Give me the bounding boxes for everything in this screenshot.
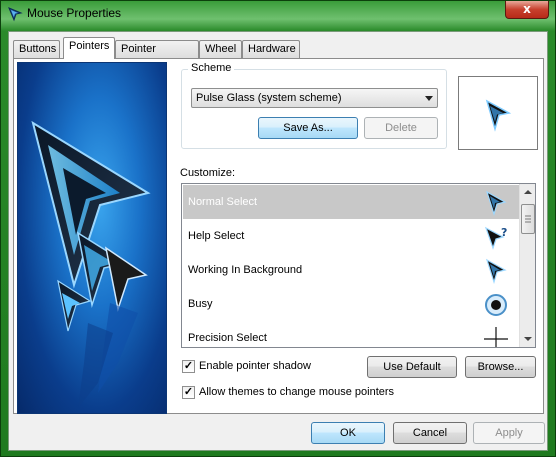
pulse-glass-cursor-art: [31, 120, 151, 408]
pointers-panel: Scheme Pulse Glass (system scheme) Save …: [13, 58, 544, 414]
title-bar[interactable]: Mouse Properties x: [1, 1, 555, 27]
list-item-label: Normal Select: [188, 196, 258, 208]
scheme-dropdown[interactable]: Pulse Glass (system scheme): [191, 88, 438, 108]
cancel-button[interactable]: Cancel: [393, 422, 467, 444]
tab-pointers[interactable]: Pointers: [63, 37, 115, 59]
help-cursor-icon: ?: [484, 226, 507, 250]
save-as-button[interactable]: Save As...: [258, 117, 358, 139]
use-default-button[interactable]: Use Default: [367, 356, 457, 378]
tab-buttons[interactable]: Buttons: [13, 40, 60, 59]
scroll-down-icon[interactable]: [520, 331, 536, 347]
delete-button[interactable]: Delete: [364, 117, 438, 139]
list-item-label: Busy: [188, 298, 213, 310]
scheme-group: Scheme Pulse Glass (system scheme) Save …: [181, 62, 447, 149]
tab-hardware[interactable]: Hardware: [242, 40, 300, 59]
grip-icon: [525, 215, 531, 223]
busy-cursor-icon: [485, 294, 507, 316]
window-title: Mouse Properties: [27, 6, 122, 20]
arrow-cursor-icon: [485, 99, 512, 132]
dialog-client: Buttons Pointers Pointer Options Wheel H…: [8, 31, 548, 451]
scheme-artwork: [17, 62, 167, 414]
svg-text:?: ?: [501, 226, 507, 239]
tab-pointer-options[interactable]: Pointer Options: [115, 40, 199, 72]
crosshair-cursor-icon: [484, 327, 508, 347]
list-item-label: Precision Select: [188, 332, 267, 344]
close-button[interactable]: x: [505, 1, 549, 19]
list-item-busy[interactable]: Busy: [183, 287, 519, 321]
pointer-shadow-checkbox[interactable]: ✓: [182, 360, 195, 373]
pointer-shadow-row[interactable]: ✓ Enable pointer shadow: [182, 359, 362, 375]
browse-button[interactable]: Browse...: [465, 356, 536, 378]
customize-label: Customize:: [180, 167, 236, 179]
working-cursor-icon: [485, 258, 507, 284]
mouse-properties-window: Mouse Properties x Buttons Pointers Poin…: [0, 0, 556, 457]
list-item-normal-select[interactable]: Normal Select: [183, 185, 519, 219]
list-item-label: Working In Background: [188, 264, 303, 276]
cursor-list[interactable]: Normal Select Help Select ? Working In B…: [181, 183, 536, 348]
tab-wheel[interactable]: Wheel: [199, 40, 242, 59]
scheme-legend: Scheme: [188, 62, 235, 74]
ok-button[interactable]: OK: [311, 422, 385, 444]
chevron-down-icon: [425, 96, 433, 101]
mouse-icon: [8, 7, 23, 22]
pointer-shadow-label: Enable pointer shadow: [199, 360, 311, 372]
list-item-help-select[interactable]: Help Select ?: [183, 219, 519, 253]
list-item-working-in-background[interactable]: Working In Background: [183, 253, 519, 287]
allow-themes-label: Allow themes to change mouse pointers: [199, 386, 395, 398]
arrow-cursor-icon: [485, 190, 507, 216]
scroll-thumb[interactable]: [521, 204, 535, 234]
list-item-label: Help Select: [188, 230, 245, 242]
allow-themes-row[interactable]: ✓ Allow themes to change mouse pointers: [182, 385, 442, 401]
list-item-precision-select[interactable]: Precision Select: [183, 321, 519, 347]
apply-button[interactable]: Apply: [473, 422, 545, 444]
allow-themes-checkbox[interactable]: ✓: [182, 386, 195, 399]
scheme-selected-value: Pulse Glass (system scheme): [196, 92, 342, 104]
scroll-up-icon[interactable]: [520, 184, 536, 200]
list-scrollbar[interactable]: [519, 184, 535, 347]
cursor-preview: [458, 76, 538, 150]
